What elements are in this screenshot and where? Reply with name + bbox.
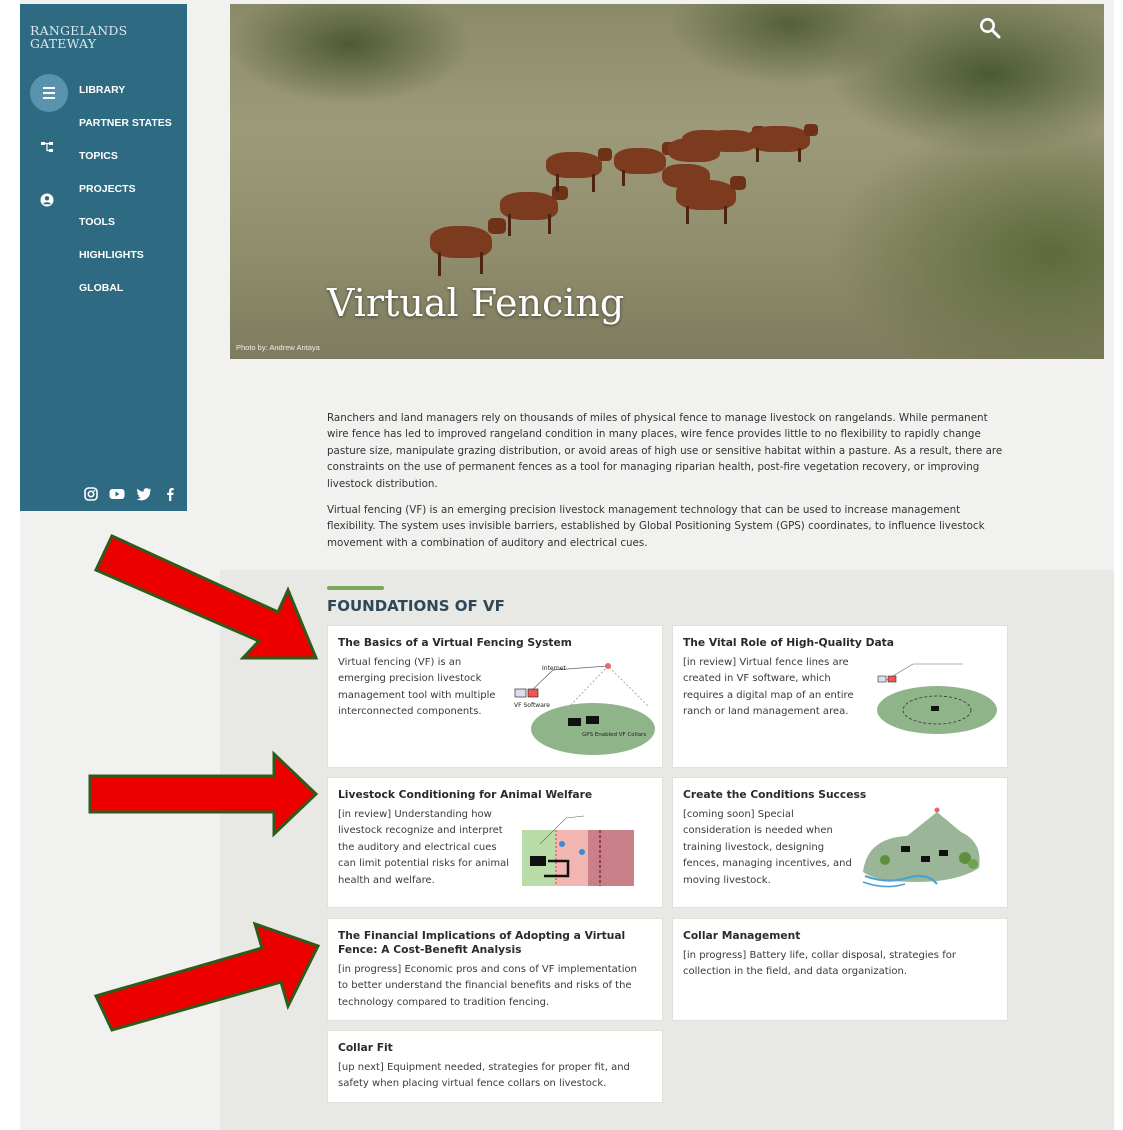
card-description: [up next] Equipment needed, strategies f… [338,1062,630,1090]
diagram-internet-label: Internet [542,665,566,672]
pasture-diagram [862,807,980,888]
menu-icon[interactable] [30,74,68,112]
card-title[interactable]: Create the Conditions Success [683,788,866,802]
nav-item-highlights[interactable]: HIGHLIGHTS [79,245,172,278]
card-collar-fit[interactable]: Collar Fit [up next] Equipment needed, s… [327,1030,663,1103]
nav-item-partner-states[interactable]: PARTNER STATES [79,113,172,146]
photo-credit: Photo by: Andrew Antaya [236,343,320,352]
nav-item-topics[interactable]: TOPICS [79,146,172,179]
annotation-arrow-1 [93,534,319,660]
card-description: [in progress] Battery life, collar dispo… [683,950,956,978]
card-description: Virtual fencing (VF) is an emerging prec… [338,657,496,718]
twitter-icon[interactable] [136,486,152,502]
card-description: [in review] Virtual fence lines are crea… [683,657,854,718]
nav-item-library[interactable]: LIBRARY [79,80,172,113]
section-title: FOUNDATIONS OF VF [327,597,505,615]
card-description: [in review] Understanding how livestock … [338,809,510,886]
card-title[interactable]: The Financial Implications of Adopting a… [338,929,652,956]
card-description: [in progress] Economic pros and cons of … [338,964,637,1008]
vf-system-diagram: Internet VF Software GPS Enabled VF Coll… [514,663,655,755]
card-title[interactable]: The Vital Role of High-Quality Data [683,636,894,650]
card-title[interactable]: Collar Fit [338,1041,393,1055]
card-data[interactable]: The Vital Role of High-Quality Data [in … [672,625,1008,768]
card-conditions-success[interactable]: Create the Conditions Success [coming so… [672,777,1008,908]
card-title[interactable]: The Basics of a Virtual Fencing System [338,636,572,650]
section-accent-bar [327,586,384,590]
nav-item-global[interactable]: GLOBAL [79,278,172,311]
site-logo[interactable]: RANGELANDS GATEWAY [30,24,127,50]
diagram-software-label: VF Software [514,702,550,709]
user-circle-icon[interactable] [40,193,54,207]
page-title: Virtual Fencing [327,281,625,325]
card-conditioning[interactable]: Livestock Conditioning for Animal Welfar… [327,777,663,908]
diagram-collars-label: GPS Enabled VF Collars [582,732,646,738]
nav-item-tools[interactable]: TOOLS [79,212,172,245]
card-description: [coming soon] Special consideration is n… [683,809,852,886]
intro-text: Ranchers and land managers rely on thous… [327,410,1007,561]
search-icon[interactable] [979,17,1001,39]
conditioning-diagram [522,815,634,886]
card-financial[interactable]: The Financial Implications of Adopting a… [327,918,663,1021]
sidebar: RANGELANDS GATEWAY LIBRARY PARTNER STATE… [20,4,187,511]
nav-item-projects[interactable]: PROJECTS [79,179,172,212]
logo-line-2: GATEWAY [30,36,97,51]
sitemap-icon[interactable] [40,140,54,154]
card-basics[interactable]: The Basics of a Virtual Fencing System V… [327,625,663,768]
card-title[interactable]: Collar Management [683,929,800,943]
main-nav: LIBRARY PARTNER STATES TOPICS PROJECTS T… [79,80,172,311]
intro-paragraph-1: Ranchers and land managers rely on thous… [327,412,1003,490]
youtube-icon[interactable] [109,486,125,502]
instagram-icon[interactable] [83,486,99,502]
card-collar-management[interactable]: Collar Management [in progress] Battery … [672,918,1008,1021]
annotation-arrow-3 [93,921,321,1032]
card-title[interactable]: Livestock Conditioning for Animal Welfar… [338,788,592,802]
intro-paragraph-2: Virtual fencing (VF) is an emerging prec… [327,504,985,549]
annotation-arrow-2 [88,750,319,838]
facebook-icon[interactable] [162,486,178,502]
hero-image: Virtual Fencing Photo by: Andrew Antaya [230,4,1104,359]
vf-map-diagram [877,663,997,734]
